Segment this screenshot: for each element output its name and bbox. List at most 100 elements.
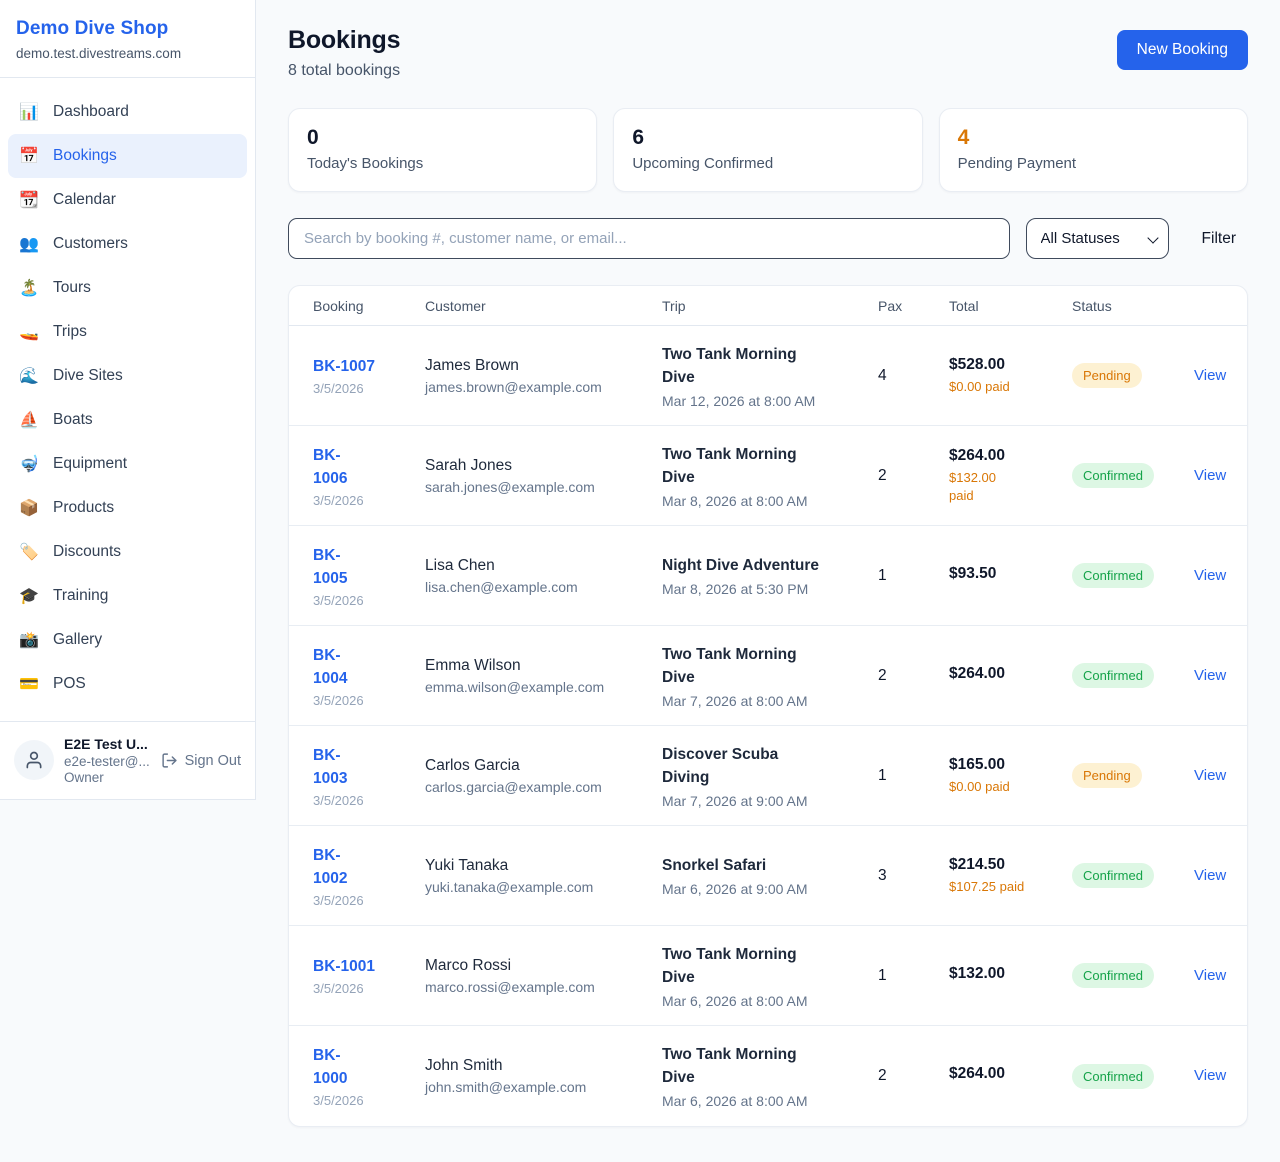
sidebar-item-label: Dashboard (53, 103, 129, 121)
filter-button[interactable]: Filter (1202, 230, 1236, 248)
sidebar-item-boats[interactable]: ⛵ Boats (8, 398, 247, 442)
booking-date: 3/5/2026 (313, 593, 413, 608)
shop-domain: demo.test.divestreams.com (16, 46, 239, 61)
credit-card-icon: 💳 (18, 674, 40, 694)
stat-label: Upcoming Confirmed (632, 155, 903, 172)
status-select[interactable]: All Statuses (1026, 218, 1169, 259)
trip-name: Two Tank MorningDive (662, 343, 866, 389)
actions-cell: View (1194, 567, 1247, 585)
people-icon: 👥 (18, 234, 40, 254)
sidebar-item-label: Tours (53, 279, 91, 297)
actions-cell: View (1194, 667, 1247, 685)
view-link[interactable]: View (1194, 967, 1226, 984)
logout-icon (161, 752, 178, 769)
booking-id-link[interactable]: BK-1003 (313, 744, 413, 790)
view-link[interactable]: View (1194, 867, 1226, 884)
actions-cell: View (1194, 867, 1247, 885)
sidebar-item-customers[interactable]: 👥 Customers (8, 222, 247, 266)
customer-cell: Yuki Tanaka yuki.tanaka@example.com (425, 857, 662, 895)
table-header-row: Booking Customer Trip Pax Total Status (289, 286, 1247, 326)
page-title-block: Bookings 8 total bookings (288, 26, 400, 80)
sidebar-item-label: Dive Sites (53, 367, 123, 385)
sidebar-item-label: Bookings (53, 147, 117, 165)
stat-card-todays-bookings: 0 Today's Bookings (288, 108, 597, 192)
sidebar-item-trips[interactable]: 🚤 Trips (8, 310, 247, 354)
customer-email: james.brown@example.com (425, 379, 650, 395)
filter-bar: All Statuses Filter (288, 218, 1248, 259)
total-amount: $264.00 (949, 1065, 1060, 1083)
booking-id-link[interactable]: BK-1005 (313, 544, 413, 590)
total-amount: $214.50 (949, 856, 1060, 874)
trip-name: Two Tank MorningDive (662, 1043, 866, 1089)
pax-cell: 2 (878, 467, 949, 485)
view-link[interactable]: View (1194, 567, 1226, 584)
main-content: Bookings 8 total bookings New Booking 0 … (256, 0, 1280, 1162)
stat-card-pending-payment: 4 Pending Payment (939, 108, 1248, 192)
booking-date: 3/5/2026 (313, 693, 413, 708)
booking-id-link[interactable]: BK-1001 (313, 955, 413, 978)
sidebar-item-bookings[interactable]: 📅 Bookings (8, 134, 247, 178)
booking-id-link[interactable]: BK-1004 (313, 644, 413, 690)
booking-id-link[interactable]: BK-1007 (313, 355, 413, 378)
sidebar-user-footer: E2E Test U... e2e-tester@... Owner Sign … (0, 721, 255, 799)
sidebar-item-label: Products (53, 499, 114, 517)
search-input[interactable] (288, 218, 1010, 259)
pax-cell: 4 (878, 367, 949, 385)
view-link[interactable]: View (1194, 767, 1226, 784)
status-badge: Pending (1072, 763, 1142, 788)
column-header-pax: Pax (878, 298, 949, 314)
diving-mask-icon: 🤿 (18, 454, 40, 474)
booking-id-link[interactable]: BK-1000 (313, 1044, 413, 1090)
sidebar-item-gallery[interactable]: 📸 Gallery (8, 618, 247, 662)
new-booking-button[interactable]: New Booking (1117, 30, 1248, 70)
total-cell: $264.00 (949, 1065, 1072, 1087)
customer-name: Carlos Garcia (425, 757, 650, 775)
sidebar-item-calendar[interactable]: 📆 Calendar (8, 178, 247, 222)
booking-date: 3/5/2026 (313, 981, 413, 996)
trip-datetime: Mar 7, 2026 at 9:00 AM (662, 793, 866, 809)
total-amount: $165.00 (949, 756, 1060, 774)
view-link[interactable]: View (1194, 1067, 1226, 1084)
sidebar-item-pos[interactable]: 💳 POS (8, 662, 247, 706)
status-cell: Confirmed (1072, 463, 1194, 488)
booking-id-link[interactable]: BK-1006 (313, 444, 413, 490)
sidebar-item-dive-sites[interactable]: 🌊 Dive Sites (8, 354, 247, 398)
sidebar-item-dashboard[interactable]: 📊 Dashboard (8, 90, 247, 134)
user-name: E2E Test U... (64, 736, 150, 752)
view-link[interactable]: View (1194, 467, 1226, 484)
trip-datetime: Mar 8, 2026 at 5:30 PM (662, 581, 866, 597)
customer-cell: Sarah Jones sarah.jones@example.com (425, 457, 662, 495)
customer-email: john.smith@example.com (425, 1079, 650, 1095)
wave-icon: 🌊 (18, 366, 40, 386)
sign-out-button[interactable]: Sign Out (161, 752, 241, 769)
view-link[interactable]: View (1194, 367, 1226, 384)
trip-name: Discover ScubaDiving (662, 743, 866, 789)
sidebar-item-label: Discounts (53, 543, 121, 561)
customer-name: John Smith (425, 1057, 650, 1075)
sidebar: Demo Dive Shop demo.test.divestreams.com… (0, 0, 256, 800)
actions-cell: View (1194, 467, 1247, 485)
island-icon: 🏝️ (18, 278, 40, 298)
total-amount: $132.00 (949, 965, 1060, 983)
page-title: Bookings (288, 26, 400, 55)
total-cell: $165.00 $0.00 paid (949, 756, 1072, 796)
customer-email: marco.rossi@example.com (425, 979, 650, 995)
trip-cell: Two Tank MorningDive Mar 12, 2026 at 8:0… (662, 343, 878, 409)
sidebar-item-discounts[interactable]: 🏷️ Discounts (8, 530, 247, 574)
sidebar-item-equipment[interactable]: 🤿 Equipment (8, 442, 247, 486)
table-row: BK-1006 3/5/2026 Sarah Jones sarah.jones… (289, 426, 1247, 526)
trip-cell: Two Tank MorningDive Mar 7, 2026 at 8:00… (662, 643, 878, 709)
booking-date: 3/5/2026 (313, 381, 413, 396)
sidebar-item-label: Customers (53, 235, 128, 253)
total-amount: $528.00 (949, 356, 1060, 374)
view-link[interactable]: View (1194, 667, 1226, 684)
trip-cell: Snorkel Safari Mar 6, 2026 at 9:00 AM (662, 854, 878, 897)
sidebar-item-tours[interactable]: 🏝️ Tours (8, 266, 247, 310)
booking-id-link[interactable]: BK-1002 (313, 844, 413, 890)
booking-date: 3/5/2026 (313, 1093, 413, 1108)
sidebar-item-products[interactable]: 📦 Products (8, 486, 247, 530)
customer-name: Emma Wilson (425, 657, 650, 675)
status-cell: Pending (1072, 763, 1194, 788)
sidebar-item-training[interactable]: 🎓 Training (8, 574, 247, 618)
package-icon: 📦 (18, 498, 40, 518)
